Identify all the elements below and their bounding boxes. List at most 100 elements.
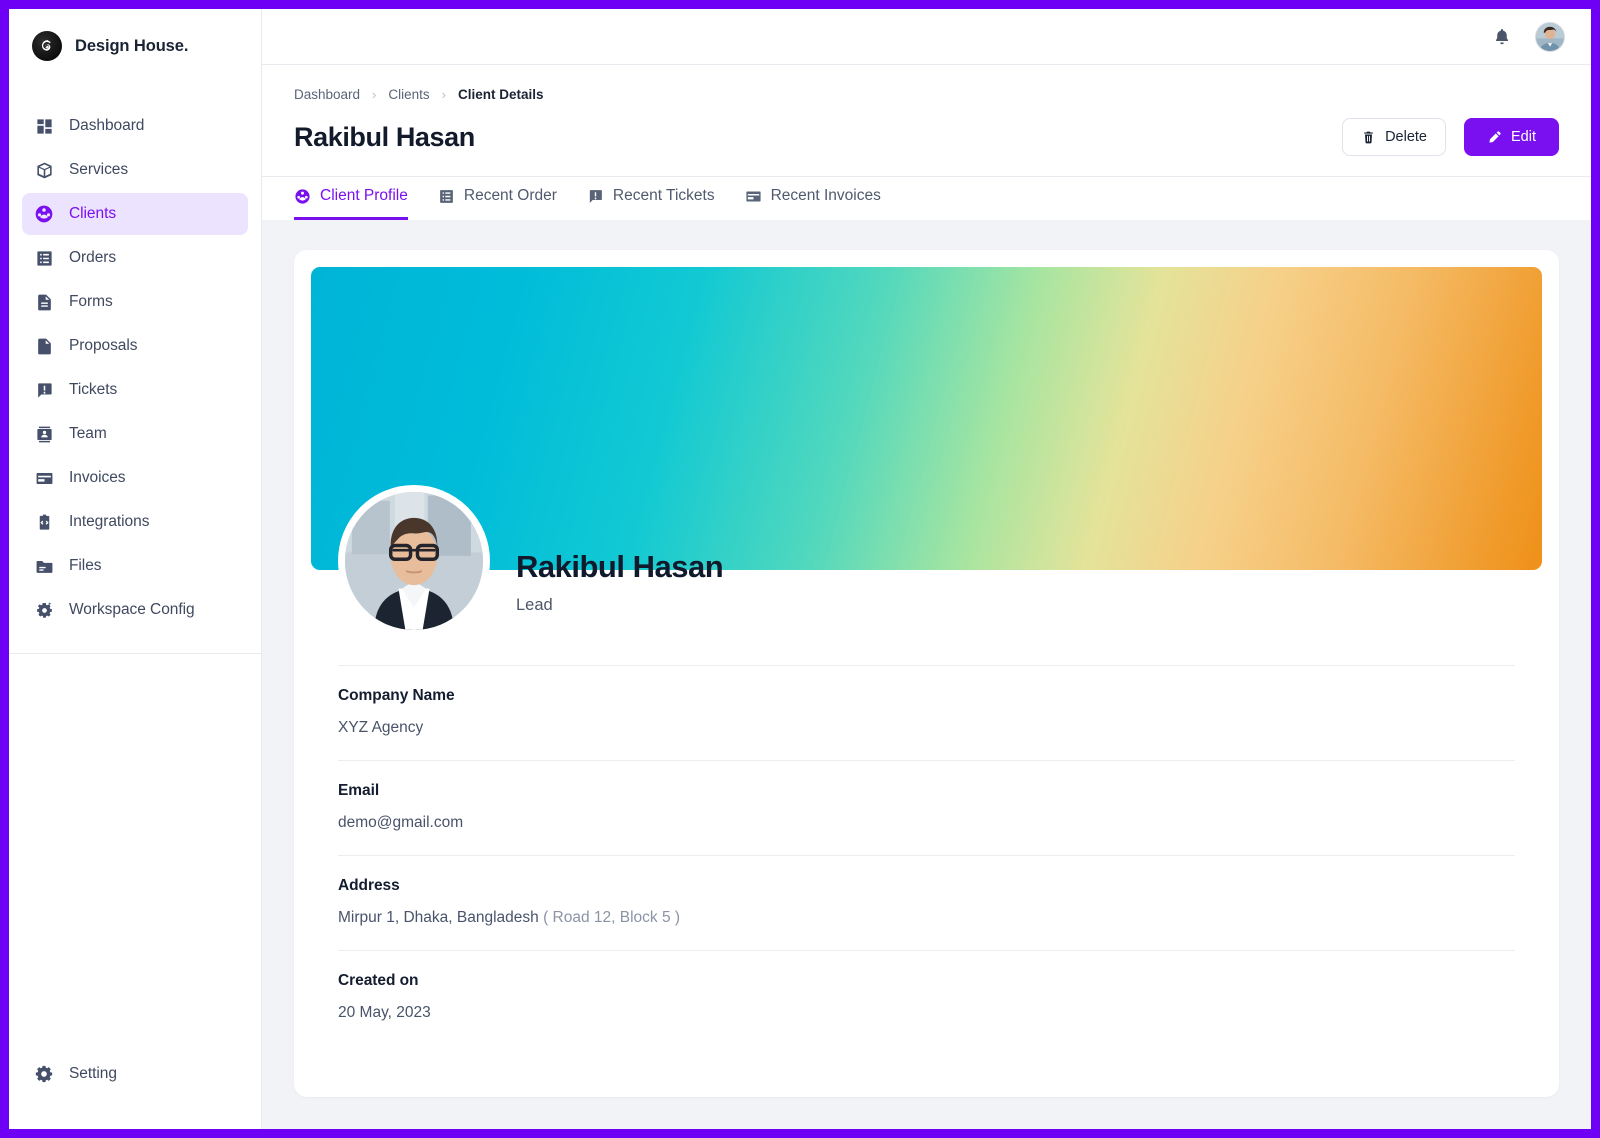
- field-label: Created on: [338, 972, 419, 989]
- gear-sparkle-icon: [34, 600, 54, 620]
- profile-text: Rakibul Hasan Lead: [516, 549, 724, 637]
- sidebar-item-label: Dashboard: [69, 117, 145, 134]
- title-row: Rakibul Hasan Delete Edit: [294, 118, 1559, 176]
- sidebar-item-files[interactable]: Files: [22, 545, 248, 587]
- list-icon: [438, 188, 455, 205]
- field-value-text: Mirpur 1, Dhaka, Bangladesh: [338, 909, 544, 926]
- field-label: Address: [338, 877, 400, 894]
- profile-role: Lead: [516, 596, 553, 614]
- client-profile-card: Rakibul Hasan Lead Company Name XYZ Agen…: [294, 250, 1559, 1097]
- dashboard-icon: [34, 116, 54, 136]
- edit-button-label: Edit: [1511, 129, 1536, 145]
- header-actions: Delete Edit: [1342, 118, 1559, 156]
- field-value: 20 May, 2023: [338, 1004, 1515, 1022]
- clients-icon: [34, 204, 54, 224]
- field-value: XYZ Agency: [338, 719, 1515, 737]
- sidebar-item-dashboard[interactable]: Dashboard: [22, 105, 248, 147]
- ticket-alert-icon: [587, 188, 604, 205]
- sidebar-footer: Setting: [9, 1053, 261, 1129]
- profile-avatar: [338, 485, 490, 637]
- sidebar-item-setting[interactable]: Setting: [22, 1053, 248, 1095]
- box-icon: [34, 160, 54, 180]
- sidebar: Design House. Dashboard Services Clients: [9, 9, 262, 1129]
- gear-icon: [34, 1064, 54, 1084]
- folder-icon: [34, 556, 54, 576]
- field-label: Company Name: [338, 687, 455, 704]
- sidebar-item-label: Workspace Config: [69, 601, 195, 618]
- tabs: Client Profile Recent Order Recent Ticke…: [262, 176, 1591, 220]
- tab-client-profile[interactable]: Client Profile: [294, 177, 408, 220]
- proposal-icon: [34, 336, 54, 356]
- list-icon: [34, 248, 54, 268]
- integrations-code-icon: [34, 512, 54, 532]
- sidebar-item-label: Services: [69, 161, 129, 178]
- invoice-card-icon: [34, 468, 54, 488]
- sidebar-item-forms[interactable]: Forms: [22, 281, 248, 323]
- sidebar-item-integrations[interactable]: Integrations: [22, 501, 248, 543]
- tab-recent-tickets[interactable]: Recent Tickets: [587, 177, 715, 220]
- tab-label: Recent Order: [463, 187, 557, 204]
- edit-button[interactable]: Edit: [1464, 118, 1559, 156]
- breadcrumb-dashboard[interactable]: Dashboard: [294, 87, 360, 102]
- breadcrumb-clients[interactable]: Clients: [388, 87, 429, 102]
- breadcrumb-client-details: Client Details: [458, 87, 544, 102]
- sidebar-item-proposals[interactable]: Proposals: [22, 325, 248, 367]
- topbar: [262, 9, 1591, 65]
- page-title: Rakibul Hasan: [294, 121, 475, 152]
- field-label: Email: [338, 782, 380, 799]
- field-created-on: Created on 20 May, 2023: [338, 950, 1515, 1045]
- main-area: Dashboard › Clients › Client Details Rak…: [262, 9, 1591, 1129]
- sidebar-item-label: Forms: [69, 293, 113, 310]
- sidebar-item-invoices[interactable]: Invoices: [22, 457, 248, 499]
- delete-button[interactable]: Delete: [1342, 118, 1446, 156]
- sidebar-item-label: Orders: [69, 249, 117, 266]
- content-area: Rakibul Hasan Lead Company Name XYZ Agen…: [262, 220, 1591, 1129]
- profile-header: Rakibul Hasan Lead: [311, 485, 1542, 637]
- breadcrumb: Dashboard › Clients › Client Details: [294, 87, 1559, 102]
- sidebar-item-label: Team: [69, 425, 107, 442]
- tab-label: Recent Tickets: [612, 187, 715, 204]
- delete-button-label: Delete: [1385, 129, 1427, 145]
- field-company-name: Company Name XYZ Agency: [338, 665, 1515, 760]
- sidebar-item-tickets[interactable]: Tickets: [22, 369, 248, 411]
- sidebar-item-orders[interactable]: Orders: [22, 237, 248, 279]
- sidebar-item-workspace-config[interactable]: Workspace Config: [22, 589, 248, 631]
- trash-icon: [1361, 130, 1376, 145]
- field-value: Mirpur 1, Dhaka, Bangladesh ( Road 12, B…: [338, 909, 1515, 927]
- brand-name: Design House.: [75, 36, 189, 55]
- pencil-icon: [1487, 130, 1502, 145]
- sidebar-item-label: Integrations: [69, 513, 150, 530]
- profile-fields: Company Name XYZ Agency Email demo@gmail…: [311, 665, 1542, 1045]
- sidebar-item-team[interactable]: Team: [22, 413, 248, 455]
- field-value: demo@gmail.com: [338, 814, 1515, 832]
- page-header: Dashboard › Clients › Client Details Rak…: [262, 65, 1591, 220]
- sidebar-item-label: Invoices: [69, 469, 126, 486]
- invoice-card-icon: [745, 188, 762, 205]
- sidebar-item-clients[interactable]: Clients: [22, 193, 248, 235]
- ticket-alert-icon: [34, 380, 54, 400]
- tab-recent-invoices[interactable]: Recent Invoices: [745, 177, 881, 220]
- sidebar-item-label: Tickets: [69, 381, 118, 398]
- sidebar-item-label: Setting: [69, 1065, 117, 1082]
- swirl-logo-icon: [32, 31, 62, 61]
- sidebar-item-label: Proposals: [69, 337, 138, 354]
- brand[interactable]: Design House.: [9, 9, 261, 83]
- tab-label: Recent Invoices: [770, 187, 881, 204]
- field-value-text: XYZ Agency: [338, 719, 424, 736]
- sidebar-item-label: Clients: [69, 205, 117, 222]
- tab-recent-order[interactable]: Recent Order: [438, 177, 557, 220]
- clients-icon: [294, 188, 311, 205]
- sidebar-item-services[interactable]: Services: [22, 149, 248, 191]
- bell-icon[interactable]: [1491, 26, 1513, 48]
- chevron-right-icon: ›: [441, 87, 446, 102]
- profile-name: Rakibul Hasan: [516, 549, 724, 584]
- sidebar-nav: Dashboard Services Clients Orders Forms …: [9, 105, 261, 631]
- chevron-right-icon: ›: [372, 87, 377, 102]
- field-address: Address Mirpur 1, Dhaka, Bangladesh ( Ro…: [338, 855, 1515, 950]
- team-card-icon: [34, 424, 54, 444]
- document-icon: [34, 292, 54, 312]
- field-value-text: 20 May, 2023: [338, 1004, 431, 1021]
- tab-label: Client Profile: [320, 187, 408, 204]
- avatar[interactable]: [1535, 21, 1565, 52]
